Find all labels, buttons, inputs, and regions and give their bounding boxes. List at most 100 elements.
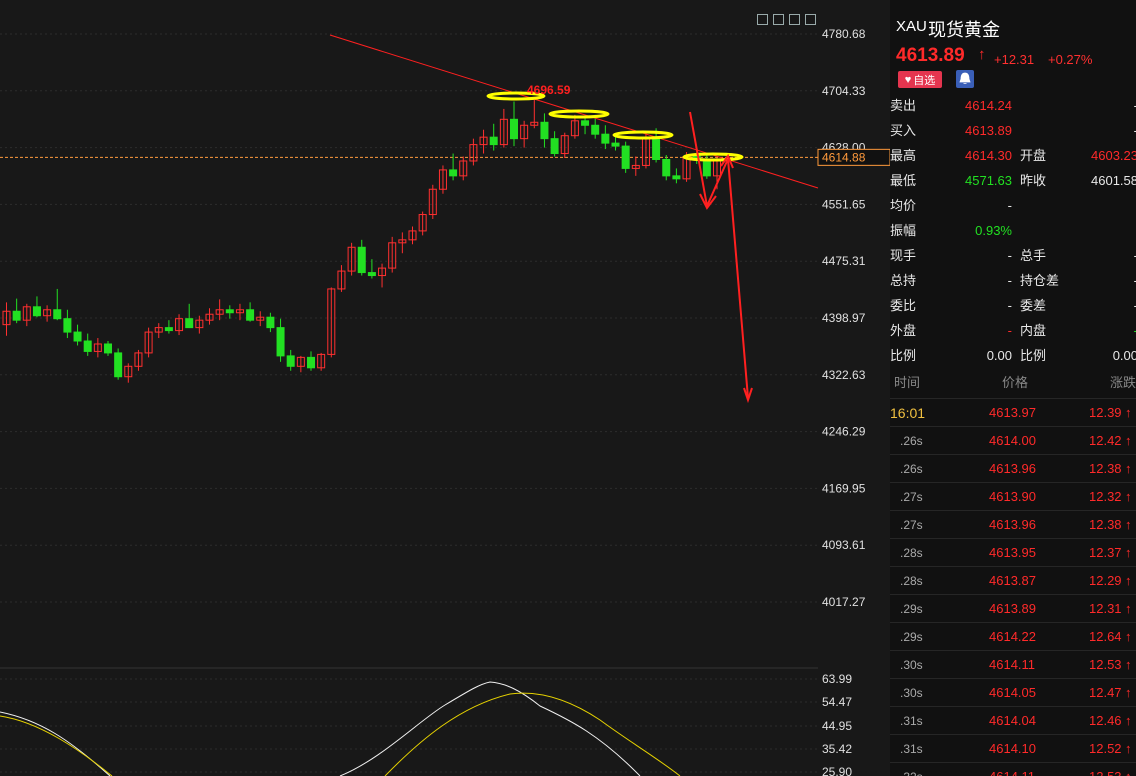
indicator-axis-label: 25.90 [822, 765, 852, 776]
quote-label: 买入 [890, 123, 917, 138]
add-favorite-button[interactable]: ♥ 自选 [898, 71, 942, 88]
quote-value: - [1066, 243, 1136, 268]
price-change: +12.31 [994, 52, 1035, 67]
symbol-code: XAU [896, 18, 927, 35]
candle-body [246, 309, 255, 321]
tick-time: .27s [900, 490, 923, 504]
tick-change: 12.39 [1089, 405, 1122, 420]
quote-value: - [1007, 323, 1012, 338]
tick-row: .29s 4614.22 12.64 ↑ [890, 622, 1136, 651]
tick-time: .30s [900, 658, 923, 672]
tick-change: 12.46 [1089, 713, 1122, 728]
price-axis-label: 4093.61 [822, 538, 866, 552]
tick-time: .26s [900, 462, 923, 476]
candle-body [540, 121, 549, 140]
tick-change: 12.38 [1089, 461, 1122, 476]
up-arrow-icon: ↑ [1125, 489, 1132, 504]
quote-value: - [1007, 248, 1012, 263]
tick-change: 12.38 [1089, 517, 1122, 532]
tick-row: .29s 4613.89 12.31 ↑ [890, 594, 1136, 623]
candle-body [489, 136, 498, 146]
candle-body [276, 327, 285, 357]
quote-value: - [1007, 273, 1012, 288]
chart-tool-icon[interactable] [789, 14, 800, 25]
candle-body [185, 318, 194, 329]
ticks-header-time: 时间 [894, 375, 921, 390]
quote-label: 总持 [890, 273, 917, 288]
tick-row: 16:01 4613.97 12.39 ↑ [890, 398, 1136, 427]
candle-body [367, 272, 376, 277]
indicator-line-slow [0, 692, 681, 776]
last-price: 4613.89 [896, 45, 965, 66]
tick-price: 4614.22 [989, 629, 1036, 644]
price-axis-label: 4551.65 [822, 197, 866, 211]
heart-icon: ♥ [904, 73, 912, 86]
candle-body [510, 118, 518, 140]
quote-value: - [1007, 298, 1012, 313]
tick-time: .30s [900, 686, 923, 700]
price-axis-label: 4322.63 [822, 368, 866, 382]
candle-body [266, 316, 275, 329]
candle-body [114, 352, 123, 378]
crosshair-icon[interactable] [757, 14, 768, 25]
candle-body [591, 124, 600, 135]
candle-body [652, 138, 661, 160]
ticks-header-change: 涨跌 [1110, 375, 1136, 390]
candle-body [307, 356, 315, 369]
peak-annotation: 4696.59 [527, 83, 571, 97]
tick-time: .29s [900, 602, 923, 616]
quote-value: 0.00 [986, 348, 1012, 363]
quote-value: - [1066, 318, 1136, 343]
indicator-axis-label: 63.99 [822, 672, 852, 686]
quote-label: 委差 [1020, 298, 1047, 313]
quote-label: 外盘 [890, 323, 917, 338]
up-arrow-icon: ↑ [1125, 657, 1132, 672]
tick-time: .29s [900, 630, 923, 644]
quote-label: 委比 [890, 298, 917, 313]
tick-row: .27s 4613.90 12.32 ↑ [890, 482, 1136, 511]
chart-tool-icon[interactable] [805, 14, 816, 25]
up-arrow-icon: ↑ [1125, 405, 1132, 420]
chart-tool-icon[interactable] [773, 14, 784, 25]
up-arrow-icon: ↑ [1125, 741, 1132, 756]
quote-value: - [1066, 268, 1136, 293]
favorite-label: 自选 [913, 74, 936, 87]
quote-value: 4614.24 [965, 98, 1012, 113]
quote-value: 0.00 [1112, 348, 1136, 363]
up-arrow-icon: ↑ [978, 46, 986, 63]
candle-body [449, 169, 458, 177]
candle-body [32, 306, 41, 317]
tick-price: 4614.04 [989, 713, 1036, 728]
candle-body [73, 331, 82, 342]
tick-price: 4613.90 [989, 489, 1036, 504]
indicator-line-fast [0, 681, 641, 776]
tick-change: 12.53 [1089, 657, 1122, 672]
candle-body [104, 343, 112, 354]
tick-price: 4613.96 [989, 517, 1036, 532]
candle-body [702, 158, 711, 177]
candle-body [672, 175, 681, 180]
tick-change: 12.53 [1089, 763, 1122, 776]
tick-row: .32s 4614.11 12.53↑ [890, 762, 1136, 776]
tick-row: .28s 4613.87 12.29 ↑ [890, 566, 1136, 595]
price-axis-label: 4704.33 [822, 84, 866, 98]
price-axis-label: 4475.31 [822, 254, 866, 268]
indicator-axis-label: 44.95 [822, 719, 852, 733]
tick-price: 4613.96 [989, 461, 1036, 476]
tick-time: .27s [900, 518, 923, 532]
quote-label: 总手 [1020, 248, 1047, 263]
kline-chart-area[interactable]: 4780.68 4704.33 4628.00 4551.65 4475.31 4398.… [0, 0, 890, 776]
kline-chart[interactable]: 4780.684704.334628.004551.654475.314398.… [0, 0, 890, 776]
tick-row: .26s 4614.00 12.42 ↑ [890, 426, 1136, 455]
quote-label: 比例 [890, 348, 917, 363]
candle-body [83, 340, 92, 352]
candle-body [601, 133, 610, 144]
tick-price: 4614.11 [989, 657, 1036, 672]
tick-price: 4614.10 [989, 741, 1036, 756]
tick-time: .31s [900, 714, 923, 728]
price-axis-label: 4780.68 [822, 27, 866, 41]
quote-label: 振幅 [890, 223, 917, 238]
quote-value: - [1066, 118, 1136, 143]
price-axis-label: 4246.29 [822, 425, 866, 439]
alert-bell-button[interactable] [956, 70, 974, 88]
